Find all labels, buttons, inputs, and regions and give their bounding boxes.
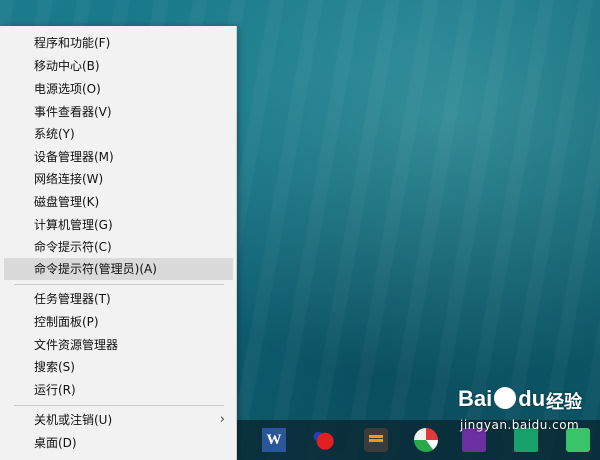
menu-item-command-prompt[interactable]: 命令提示符(C): [4, 236, 233, 258]
menu-item-search[interactable]: 搜索(S): [4, 356, 233, 378]
chevron-right-icon: ›: [219, 412, 225, 427]
menu-item-label: 文件资源管理器: [34, 338, 119, 352]
menu-item-event-viewer[interactable]: 事件查看器(V): [4, 101, 233, 123]
watermark-url: jingyan.baidu.com: [460, 418, 580, 432]
menu-item-label: 控制面板(P): [34, 315, 99, 329]
menu-item-label: 任务管理器(T): [34, 292, 111, 306]
baidu-logo: Bai du: [458, 386, 546, 411]
menu-item-network-connections[interactable]: 网络连接(W): [4, 168, 233, 190]
menu-item-label: 程序和功能(F): [34, 36, 111, 50]
menu-item-label: 搜索(S): [34, 360, 75, 374]
menu-item-run[interactable]: 运行(R): [4, 379, 233, 401]
paw-icon: [494, 387, 517, 409]
paint-icon[interactable]: [312, 428, 336, 452]
menu-item-shutdown-signout[interactable]: 关机或注销(U) ›: [4, 409, 233, 431]
menu-separator: [14, 284, 224, 285]
menu-item-label: 命令提示符(管理员)(A): [34, 262, 157, 276]
menu-item-label: 命令提示符(C): [34, 240, 112, 254]
menu-item-label: 磁盘管理(K): [34, 195, 100, 209]
menu-item-label: 运行(R): [34, 383, 76, 397]
jingyan-label: 经验: [546, 392, 582, 413]
menu-item-power-options[interactable]: 电源选项(O): [4, 78, 233, 100]
winx-context-menu: 程序和功能(F) 移动中心(B) 电源选项(O) 事件查看器(V) 系统(Y) …: [0, 26, 237, 460]
menu-item-label: 事件查看器(V): [34, 105, 112, 119]
menu-item-programs-features[interactable]: 程序和功能(F): [4, 32, 233, 54]
menu-item-desktop[interactable]: 桌面(D): [4, 432, 233, 454]
menu-item-label: 设备管理器(M): [34, 150, 114, 164]
menu-item-label: 关机或注销(U): [34, 413, 113, 427]
menu-item-command-prompt-admin[interactable]: 命令提示符(管理员)(A): [4, 258, 233, 280]
baidu-jingyan-watermark: Bai du 经验 jingyan.baidu.com: [458, 386, 598, 440]
menu-item-label: 计算机管理(G): [34, 218, 113, 232]
menu-item-control-panel[interactable]: 控制面板(P): [4, 311, 233, 333]
menu-item-label: 桌面(D): [34, 436, 77, 450]
menu-item-task-manager[interactable]: 任务管理器(T): [4, 288, 233, 310]
menu-item-system[interactable]: 系统(Y): [4, 123, 233, 145]
sublime-text-icon[interactable]: [364, 428, 388, 452]
menu-item-file-explorer[interactable]: 文件资源管理器: [4, 334, 233, 356]
menu-item-mobility-center[interactable]: 移动中心(B): [4, 55, 233, 77]
pinwheel-icon[interactable]: [414, 428, 438, 452]
menu-item-computer-management[interactable]: 计算机管理(G): [4, 214, 233, 236]
menu-item-label: 电源选项(O): [34, 82, 101, 96]
menu-item-label: 网络连接(W): [34, 172, 104, 186]
menu-item-label: 移动中心(B): [34, 59, 100, 73]
menu-item-label: 系统(Y): [34, 127, 75, 141]
menu-item-disk-management[interactable]: 磁盘管理(K): [4, 191, 233, 213]
word-icon[interactable]: W: [262, 428, 286, 452]
menu-item-device-manager[interactable]: 设备管理器(M): [4, 146, 233, 168]
menu-separator: [14, 405, 224, 406]
